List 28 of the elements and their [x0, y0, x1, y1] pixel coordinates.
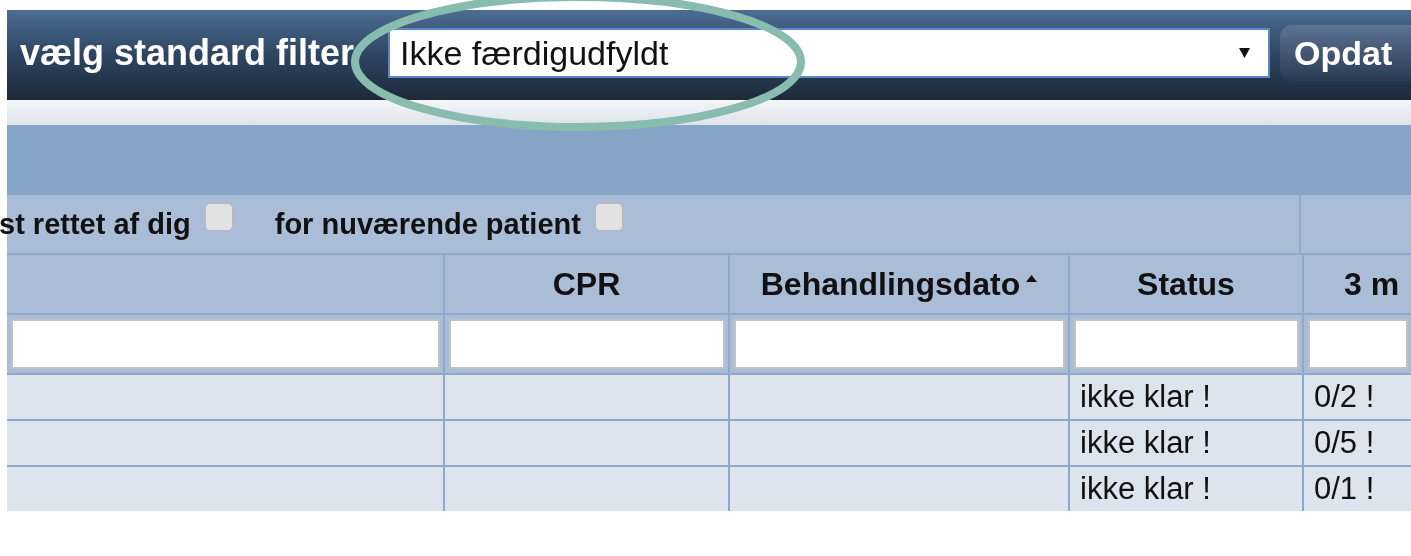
filter-input[interactable] [1074, 319, 1299, 369]
caret-icon [1239, 48, 1250, 58]
filter-input[interactable] [1308, 319, 1408, 369]
column-header[interactable]: Status [1070, 255, 1302, 313]
column-title: CPR [552, 265, 621, 303]
checkbox[interactable] [594, 203, 623, 231]
column-header[interactable]: Behandlingsdato [730, 255, 1068, 313]
cell-text: ikke klar ! [1080, 471, 1211, 507]
column-header[interactable]: 3 m [1304, 255, 1411, 313]
filter-input[interactable] [734, 319, 1065, 369]
filter-input[interactable] [11, 319, 440, 369]
filter-input[interactable] [449, 319, 725, 369]
filter-label: vælg standard filter [19, 32, 356, 74]
column-title: 3 m [1344, 265, 1400, 303]
cell-text: 0/5 ! [1314, 425, 1375, 461]
cell-text: 0/1 ! [1314, 471, 1375, 507]
checkbox[interactable] [204, 203, 233, 231]
cell-text: ikke klar ! [1080, 425, 1211, 461]
option-label: st rettet af dig [0, 207, 191, 241]
column-header[interactable] [7, 255, 443, 313]
cell-text: 0/2 ! [1314, 379, 1375, 415]
column-header[interactable]: CPR [445, 255, 728, 313]
column-title: Behandlingsdato [760, 265, 1021, 303]
update-button[interactable]: Opdat [1280, 25, 1411, 81]
option-label: for nuværende patient [274, 207, 581, 241]
filter-select[interactable]: Ikke færdigudfyldt [388, 28, 1270, 78]
cell-text: ikke klar ! [1080, 379, 1211, 415]
column-title: Status [1137, 265, 1235, 303]
